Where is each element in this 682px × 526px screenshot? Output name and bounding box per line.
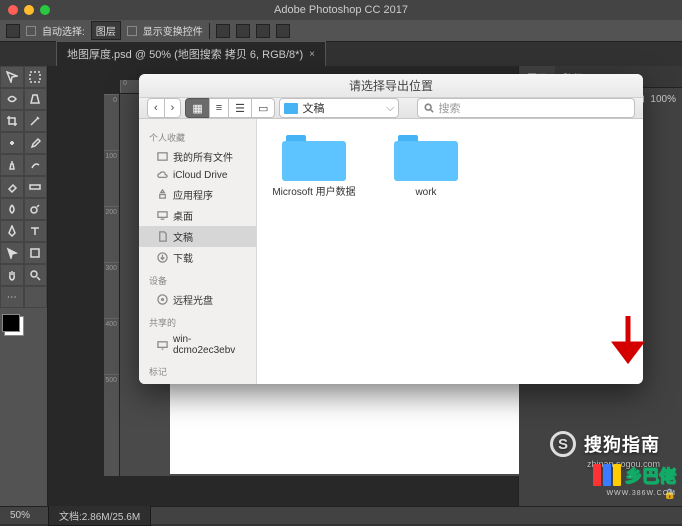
sidebar-item-icloud[interactable]: iCloud Drive [139,167,256,184]
brush-tool[interactable] [24,132,48,154]
align-icon[interactable] [216,24,230,38]
dodge-tool[interactable] [24,198,48,220]
sidebar-group-tags: 标记 [139,363,256,380]
document-tab[interactable]: 地图厚度.psd @ 50% (地图搜索 拷贝 6, RGB/8*) × [56,41,326,66]
sidebar-item-allfiles[interactable]: 我的所有文件 [139,146,256,167]
folder-name: work [383,187,469,199]
chevron-down-icon: ⌵ [386,102,394,115]
close-window-button[interactable] [8,5,18,15]
watermark-sogou: S 搜狗指南 zhinan.sogou.com [550,431,660,457]
marquee-tool[interactable] [24,66,48,88]
search-field[interactable]: 搜索 [417,98,635,118]
watermark-386w: 乡巴佬 WWW.386W.COM [593,462,676,487]
show-transform-label: 显示变换控件 [143,23,203,38]
zoom-tool[interactable] [24,264,48,286]
sidebar-item-documents[interactable]: 文稿 [139,226,256,247]
zoom-level[interactable]: 50% [10,510,30,521]
all-files-icon [157,151,168,162]
document-tab-bar: 地图厚度.psd @ 50% (地图搜索 拷贝 6, RGB/8*) × [0,42,682,66]
show-transform-checkbox[interactable] [127,26,137,36]
pc-icon [157,340,168,351]
close-tab-icon[interactable]: × [309,49,315,60]
eraser-tool[interactable] [0,176,24,198]
type-tool[interactable] [24,220,48,242]
file-dialog: 请选择导出位置 ‹ › ▦ ≡ ☰ ▭ 文稿 ⌵ 搜索 个人收藏 我的所有文件 … [139,74,643,384]
move-tool-icon[interactable] [6,24,20,38]
folder-item[interactable]: work [383,133,469,199]
opacity-value: 100% [650,94,676,105]
sidebar-item-downloads[interactable]: 下载 [139,247,256,268]
options-bar: 自动选择: 图层 显示变换控件 [0,20,682,42]
folder-item[interactable]: Microsoft 用户数据 [271,133,357,199]
view-list-button[interactable]: ≡ [209,98,229,118]
lasso-tool[interactable] [0,88,24,110]
folder-icon [284,103,298,114]
documents-icon [157,231,168,242]
document-info[interactable]: 文档:2.86M/25.6M [48,505,151,526]
vertical-ruler: 0100200300400500 [104,94,120,476]
minimize-window-button[interactable] [24,5,34,15]
status-bar: 50% 文档:2.86M/25.6M [0,506,682,524]
tools-panel: ⋯ [0,66,48,506]
search-placeholder: 搜索 [438,100,460,116]
dialog-title: 请选择导出位置 [139,74,643,98]
window-titlebar: Adobe Photoshop CC 2017 [0,0,682,20]
view-gallery-button[interactable]: ▭ [251,98,275,118]
sidebar-item-apps[interactable]: 应用程序 [139,184,256,205]
disc-icon [157,294,168,305]
shape-tool[interactable] [24,242,48,264]
document-tab-label: 地图厚度.psd @ 50% (地图搜索 拷贝 6, RGB/8*) [67,46,303,62]
downloads-icon [157,252,168,263]
clone-tool[interactable] [0,154,24,176]
nav-back-button[interactable]: ‹ [147,98,165,118]
search-icon [424,103,434,113]
align-icon[interactable] [236,24,250,38]
path-popup[interactable]: 文稿 ⌵ [279,98,399,118]
folder-name: Microsoft 用户数据 [271,187,357,199]
path-label: 文稿 [302,100,324,116]
crop-tool[interactable] [0,110,24,132]
folder-icon [394,133,458,181]
color-swatches[interactable] [0,312,47,334]
history-brush-tool[interactable] [24,154,48,176]
align-icon[interactable] [256,24,270,38]
sidebar-group-devices: 设备 [139,272,256,289]
view-columns-button[interactable]: ☰ [228,98,252,118]
auto-select-label: 自动选择: [42,23,85,38]
maximize-window-button[interactable] [40,5,50,15]
sidebar-item-desktop[interactable]: 桌面 [139,205,256,226]
eyedropper-tool[interactable] [24,110,48,132]
edit-toolbar[interactable]: ⋯ [0,286,24,308]
dialog-toolbar: ‹ › ▦ ≡ ☰ ▭ 文稿 ⌵ 搜索 [139,98,643,119]
apps-icon [157,189,168,200]
auto-select-checkbox[interactable] [26,26,36,36]
hand-tool[interactable] [0,264,24,286]
sidebar-item-shared-pc[interactable]: win-dcmo2ec3ebv [139,331,256,359]
sidebar-group-favorites: 个人收藏 [139,129,256,146]
app-title: Adobe Photoshop CC 2017 [274,4,408,16]
sidebar-group-shared: 共享的 [139,314,256,331]
path-select-tool[interactable] [0,242,24,264]
pen-tool[interactable] [0,220,24,242]
move-tool[interactable] [0,66,24,88]
sogou-logo-icon: S [550,431,576,457]
nav-forward-button[interactable]: › [164,98,182,118]
auto-select-target[interactable]: 图层 [91,21,121,40]
blur-tool[interactable] [0,198,24,220]
desktop-icon [157,210,168,221]
cloud-icon [157,170,168,181]
sidebar-item-remotedisc[interactable]: 远程光盘 [139,289,256,310]
view-icons-button[interactable]: ▦ [185,98,209,118]
gradient-tool[interactable] [24,176,48,198]
align-icon[interactable] [276,24,290,38]
quick-select-tool[interactable] [24,88,48,110]
healing-tool[interactable] [0,132,24,154]
folder-icon [282,133,346,181]
file-area[interactable]: Microsoft 用户数据 work [257,119,643,384]
dialog-sidebar: 个人收藏 我的所有文件 iCloud Drive 应用程序 桌面 文稿 下载 设… [139,119,257,384]
